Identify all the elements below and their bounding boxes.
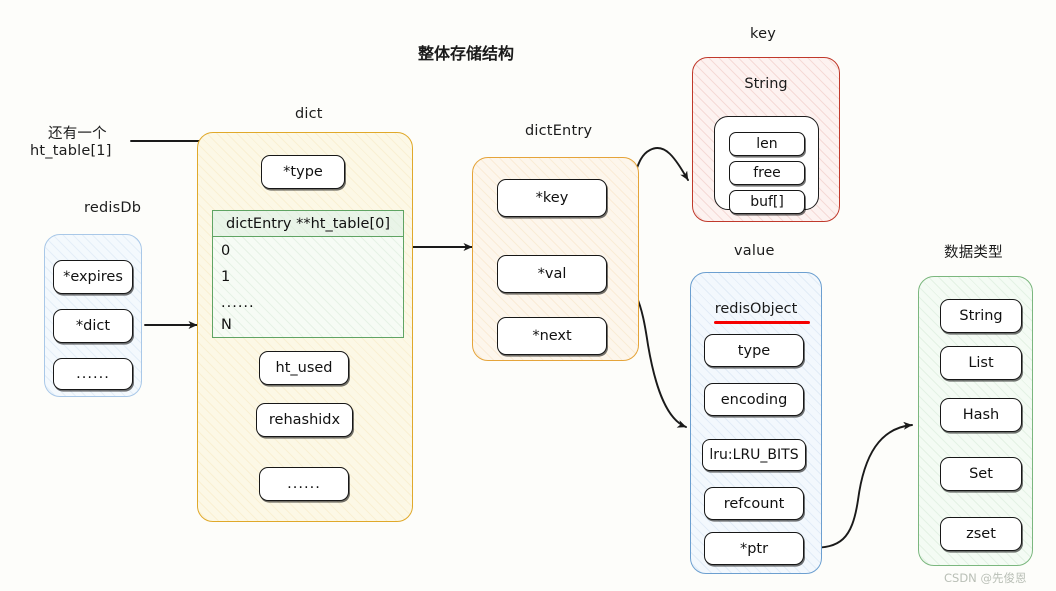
dictentry-label: dictEntry (525, 123, 593, 139)
note-ht-table-line1: 还有一个 (48, 126, 107, 142)
ht-table-header: dictEntry **ht_table[0] (213, 211, 403, 237)
dictentry-field-val[interactable]: *val (497, 255, 607, 293)
ht-table-row-1[interactable]: 1 (221, 269, 230, 285)
key-label: key (750, 26, 776, 42)
ht-table-row-ellipsis[interactable]: ...... (221, 295, 255, 311)
sds-field-free[interactable]: free (729, 161, 805, 185)
ht-table: dictEntry **ht_table[0] 0 1 ...... N (212, 210, 404, 338)
sds-field-len[interactable]: len (729, 132, 805, 156)
dict-field-rehashidx[interactable]: rehashidx (256, 403, 353, 437)
connector-ptr-to-datatypes (809, 421, 913, 549)
redisobject-field-ptr[interactable]: *ptr (704, 532, 804, 565)
redisobject-field-refcount[interactable]: refcount (704, 487, 804, 520)
watermark: CSDN @先俊恩 (944, 571, 1027, 585)
datatypes-label: 数据类型 (944, 245, 1003, 261)
datatype-hash[interactable]: Hash (940, 398, 1022, 432)
diagram-title: 整体存储结构 (418, 44, 515, 63)
key-inner-title: String (744, 76, 788, 92)
dict-field-ht-used[interactable]: ht_used (259, 351, 349, 385)
redisdb-field-expires[interactable]: *expires (53, 260, 133, 294)
dictentry-field-next[interactable]: *next (497, 317, 607, 355)
datatype-list[interactable]: List (940, 346, 1022, 380)
dict-field-more[interactable]: ...... (259, 467, 349, 501)
datatype-set[interactable]: Set (940, 457, 1022, 491)
value-label: value (734, 243, 775, 259)
sds-field-buf[interactable]: buf[] (729, 190, 805, 214)
redisobject-field-encoding[interactable]: encoding (704, 383, 804, 416)
dict-field-type[interactable]: *type (261, 155, 345, 189)
diagram-canvas: 整体存储结构 还有一个 ht_table[1] redisDb *expires… (0, 0, 1056, 591)
datatype-string[interactable]: String (940, 299, 1022, 333)
datatype-zset[interactable]: zset (940, 517, 1022, 551)
value-group: redisObject (690, 272, 822, 574)
note-ht-table-line2: ht_table[1] (30, 143, 112, 159)
ht-table-rows: 0 1 ...... N (213, 237, 403, 337)
ht-table-row-0[interactable]: 0 (221, 243, 230, 259)
dict-label: dict (295, 106, 323, 122)
redisobject-title: redisObject (714, 301, 798, 317)
redisobject-field-type[interactable]: type (704, 334, 804, 367)
ht-table-row-n[interactable]: N (221, 317, 232, 333)
dictentry-field-key[interactable]: *key (497, 179, 607, 217)
redisobject-field-lru[interactable]: lru:LRU_BITS (702, 439, 806, 471)
redisobject-underline (714, 321, 810, 324)
redisdb-field-more[interactable]: ...... (53, 358, 133, 390)
redisdb-label: redisDb (84, 200, 142, 216)
redisdb-field-dict[interactable]: *dict (53, 309, 133, 343)
